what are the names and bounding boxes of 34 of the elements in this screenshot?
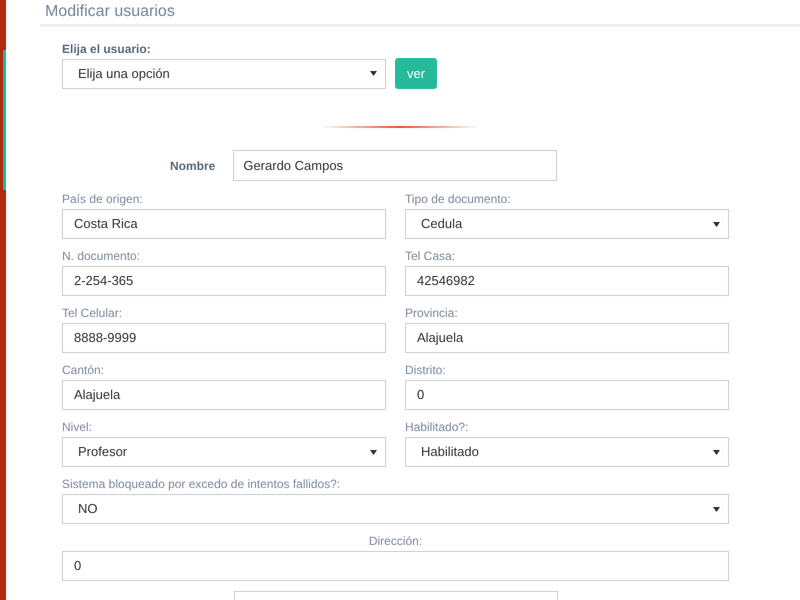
field-label: País de origen: xyxy=(62,191,144,208)
input-field[interactable]: Alajuela xyxy=(405,323,729,353)
caret-icon xyxy=(713,222,720,226)
field-label: Tel Casa: xyxy=(405,248,456,265)
input-field[interactable]: 42546982 xyxy=(405,266,729,296)
input-field[interactable]: 8888-9999 xyxy=(62,323,386,353)
field-label: Nivel: xyxy=(62,419,94,436)
input-field[interactable]: Costa Rica xyxy=(62,209,386,239)
input-field[interactable]: 0 xyxy=(405,380,729,410)
input-field[interactable]: 2-254-365 xyxy=(62,266,386,296)
input-field[interactable]: Gerardo Campos xyxy=(233,150,558,181)
field-label: N. documento: xyxy=(62,248,142,265)
caret-icon xyxy=(713,506,720,512)
caret-icon xyxy=(713,450,720,454)
caret-icon xyxy=(370,450,377,454)
input-field[interactable]: 0 xyxy=(62,551,729,581)
field-label: Cantón: xyxy=(62,362,106,379)
dropdown[interactable]: Habilitado xyxy=(405,437,729,467)
field-label: Sistema bloqueado por excedo de intentos fallidos?: xyxy=(62,476,342,493)
name-label: Nombre xyxy=(170,158,216,174)
page-title: Modificar usuarios xyxy=(45,2,175,22)
caret-icon xyxy=(370,71,377,76)
dropdown[interactable]: Profesor xyxy=(62,437,386,467)
user-dropdown[interactable]: Elija una opción xyxy=(62,58,386,88)
dropdown[interactable]: Cedula xyxy=(405,209,729,239)
input-field[interactable]: Alajuela xyxy=(62,380,386,410)
dropdown[interactable]: NO xyxy=(62,494,729,524)
field-label: Distrito: xyxy=(405,362,447,379)
field-label: Tipo de documento: xyxy=(405,191,512,208)
field-label: Tel Celular: xyxy=(62,305,124,322)
field-label: Provincia: xyxy=(405,305,459,322)
field-label: Dirección: xyxy=(368,533,422,550)
field-label: Elija el usuario: xyxy=(62,41,152,58)
field-label: Habilitado?: xyxy=(405,419,470,436)
